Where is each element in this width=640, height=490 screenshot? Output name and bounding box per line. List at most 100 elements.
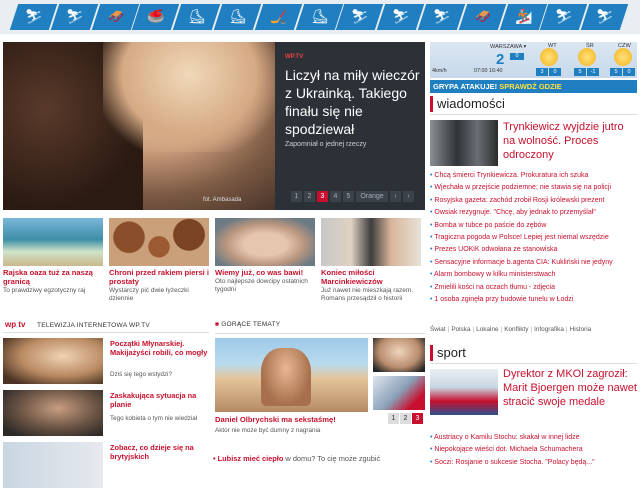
weather-widget[interactable]: WARSZAWA ▾ 2 0 4km/h 07:00 16:40 WT 3 0 … [430,42,637,78]
hot-topics-thumb[interactable] [373,338,425,372]
sport-link[interactable]: Niepokojące wieści dot. Michaela Schumac… [430,444,640,456]
hot-topics-heading: ■ GORĄCE TEMATY [215,321,281,328]
thumb-item[interactable]: Rajska oaza tuż za naszą granicą To praw… [3,218,103,295]
news-link[interactable]: Bomba w tubce po paście do zębów [430,220,640,232]
news-link[interactable]: Sensacyjne informacje b.agenta CIA: Kukl… [430,257,640,269]
sport-link[interactable]: Austriacy o Kamilu Stochu: skakał w inne… [430,432,640,444]
flu-banner[interactable]: GRYPA ATAKUJE! SPRAWDŹ GDZIE [430,80,637,93]
biathlon-icon[interactable]: ⛷ [540,4,588,30]
wptv-title[interactable]: Zobacz, co dzieje się na brytyjskich [110,443,210,461]
news-category-link[interactable]: Historia [570,326,592,333]
wptv-desc: Tego kobieta o tym nie wiedział [110,415,198,422]
thumb-item[interactable]: Wiemy już, co was bawi! Oto najlepsze do… [215,218,315,294]
news-category-link[interactable]: Świat [430,326,446,333]
news-link[interactable]: Rosyjska gazeta: zachód zrobił Rosji kró… [430,195,640,207]
thumb-desc: Wystarczy pić dwie łyżeczki dziennie [109,287,189,302]
promo-link[interactable]: • Lubisz mieć ciepło w domu? To cię może… [213,454,380,463]
wptv-title[interactable]: Początki Młynarskiej. Makijażyści robili… [110,339,210,357]
wptv-logo[interactable]: wp tv [5,320,25,329]
hot-page-button[interactable]: 3 [412,413,423,424]
weather-city-select[interactable]: WARSZAWA ▾ [490,44,526,50]
wptv-heading[interactable]: TELEWIZJA INTERNETOWA WP.TV [37,322,150,329]
skier-icon[interactable]: ⛷ [580,4,629,30]
flu-cta[interactable]: SPRAWDŹ GDZIE [499,82,562,91]
hero-page-button[interactable]: ‹ [390,191,401,202]
news-link[interactable]: Chcą śmierci Trynkiewicza. Prokuratura i… [430,170,640,182]
skier-icon[interactable]: ⛷ [50,4,98,30]
bobsleigh-icon[interactable]: 🛷 [91,4,139,30]
thumb-image[interactable] [321,218,421,266]
hero-page-button[interactable]: 5 [343,191,354,202]
hero-page-button[interactable]: 4 [330,191,341,202]
hot-page-button[interactable]: 2 [400,413,411,424]
news-link[interactable]: Owsiak rezygnuje. "Chcę, aby jednak to p… [430,207,640,219]
hot-page-button[interactable]: 1 [388,413,399,424]
news-link[interactable]: Zmielili kości na oczach tłumu - zdjęcia [430,282,640,294]
hero-page-button[interactable]: Orange [356,191,388,202]
news-lead-title[interactable]: Trynkiewicz wyjdzie jutro na wolność. Pr… [503,120,637,162]
jumper-icon[interactable]: ⛷ [376,4,425,30]
wptv-header: wp tv TELEWIZJA INTERNETOWA WP.TV [3,319,209,333]
sport-list: Austriacy o Kamilu Stochu: skakał w inne… [430,432,640,469]
thumb-title[interactable]: Koniec miłości Marcinkiewiczów [321,268,421,286]
hero-page-button[interactable]: 1 [291,191,302,202]
skier-icon[interactable]: ⛷ [336,4,384,30]
sport-lead-image[interactable] [430,369,498,415]
hockey-icon[interactable]: 🏒 [254,4,302,30]
figure-skater-icon[interactable]: ⛸ [213,4,262,30]
news-category-link[interactable]: Polska [451,326,470,333]
sport-heading[interactable]: sport [430,345,637,361]
hero-page-button[interactable]: › [403,191,414,202]
thumb-title[interactable]: Rajska oaza tuż za naszą granicą [3,268,103,286]
thumb-item[interactable]: Chroni przed rakiem piersi i prostaty Wy… [109,218,209,303]
hot-topics-divider [215,333,425,334]
news-link[interactable]: Prezes UOKiK odwołana ze stanowiska [430,244,640,256]
curler-icon[interactable]: 🥌 [132,4,180,30]
sport-lead-title[interactable]: Dyrektor z MKOl zagroził: Marit Bjoergen… [503,367,637,409]
hot-topics-image[interactable] [215,338,368,412]
hero-subtitle: Zapomniał o jednej rzeczy [285,141,367,148]
category-separator: | [447,326,450,333]
thumb-title[interactable]: Wiemy już, co was bawi! [215,268,315,277]
snowboarder-icon[interactable]: 🏂 [499,4,547,30]
hero-title[interactable]: Liczył na miły wieczór z Ukrainką. Takie… [285,66,421,138]
weather-hi: 3 [536,68,548,76]
sport-link[interactable]: Soczi: Rosjanie o sukcesie Stocha. "Pola… [430,457,640,469]
hero-page-button[interactable]: 3 [317,191,328,202]
luger-icon[interactable]: 🛷 [458,4,506,30]
news-category-link[interactable]: Lokalne [476,326,498,333]
wptv-image[interactable] [3,338,103,384]
thumb-image[interactable] [3,218,103,266]
hot-topics-title[interactable]: Daniel Olbrychski ma sekstaśmę! [215,415,336,424]
hot-topics-desc: Aktor nie może być dumny z nagrania [215,427,321,434]
skater-icon[interactable]: ⛸ [172,4,221,30]
skier-icon[interactable]: ⛷ [9,4,58,30]
hero-slider[interactable]: fot. Ambasada WP.TV Liczył na miły wiecz… [3,42,425,210]
hot-topics-thumb[interactable] [373,376,425,410]
category-separator: | [530,326,533,333]
news-heading[interactable]: wiadomości [430,96,637,112]
wptv-image[interactable] [3,442,103,488]
news-link[interactable]: Wjechała w przejście podziemne; nie staw… [430,182,640,194]
wptv-image[interactable] [3,390,103,436]
news-category-link[interactable]: Konflikty [504,326,528,333]
weather-lo: 0 [549,68,561,76]
news-category-link[interactable]: Infografika [534,326,564,333]
news-lead-image[interactable] [430,120,498,166]
category-separator: | [500,326,503,333]
wptv-item[interactable]: Zobacz, co dzieje się na brytyjskich [3,442,211,490]
news-link[interactable]: 1 osoba zginęła przy budowie tunelu w Ło… [430,294,640,306]
news-link[interactable]: Tragiczna pogoda w Polsce! Lepiej jest n… [430,232,640,244]
news-link[interactable]: Alarm bombowy w kilku ministerstwach [430,269,640,281]
weather-now-badge: 0 [510,53,524,60]
wptv-title[interactable]: Zaskakująca sytuacja na planie [110,391,210,409]
speed-skater-icon[interactable]: ⛸ [295,4,343,30]
thumb-title[interactable]: Chroni przed rakiem piersi i prostaty [109,268,209,286]
wptv-item[interactable]: Początki Młynarskiej. Makijażyści robili… [3,338,211,386]
wptv-item[interactable]: Zaskakująca sytuacja na planie Tego kobi… [3,390,211,438]
thumb-item[interactable]: Koniec miłości Marcinkiewiczów Już nawet… [321,218,421,303]
skier-icon[interactable]: ⛷ [417,4,465,30]
hero-page-button[interactable]: 2 [304,191,315,202]
thumb-image[interactable] [109,218,209,266]
thumb-image[interactable] [215,218,315,266]
